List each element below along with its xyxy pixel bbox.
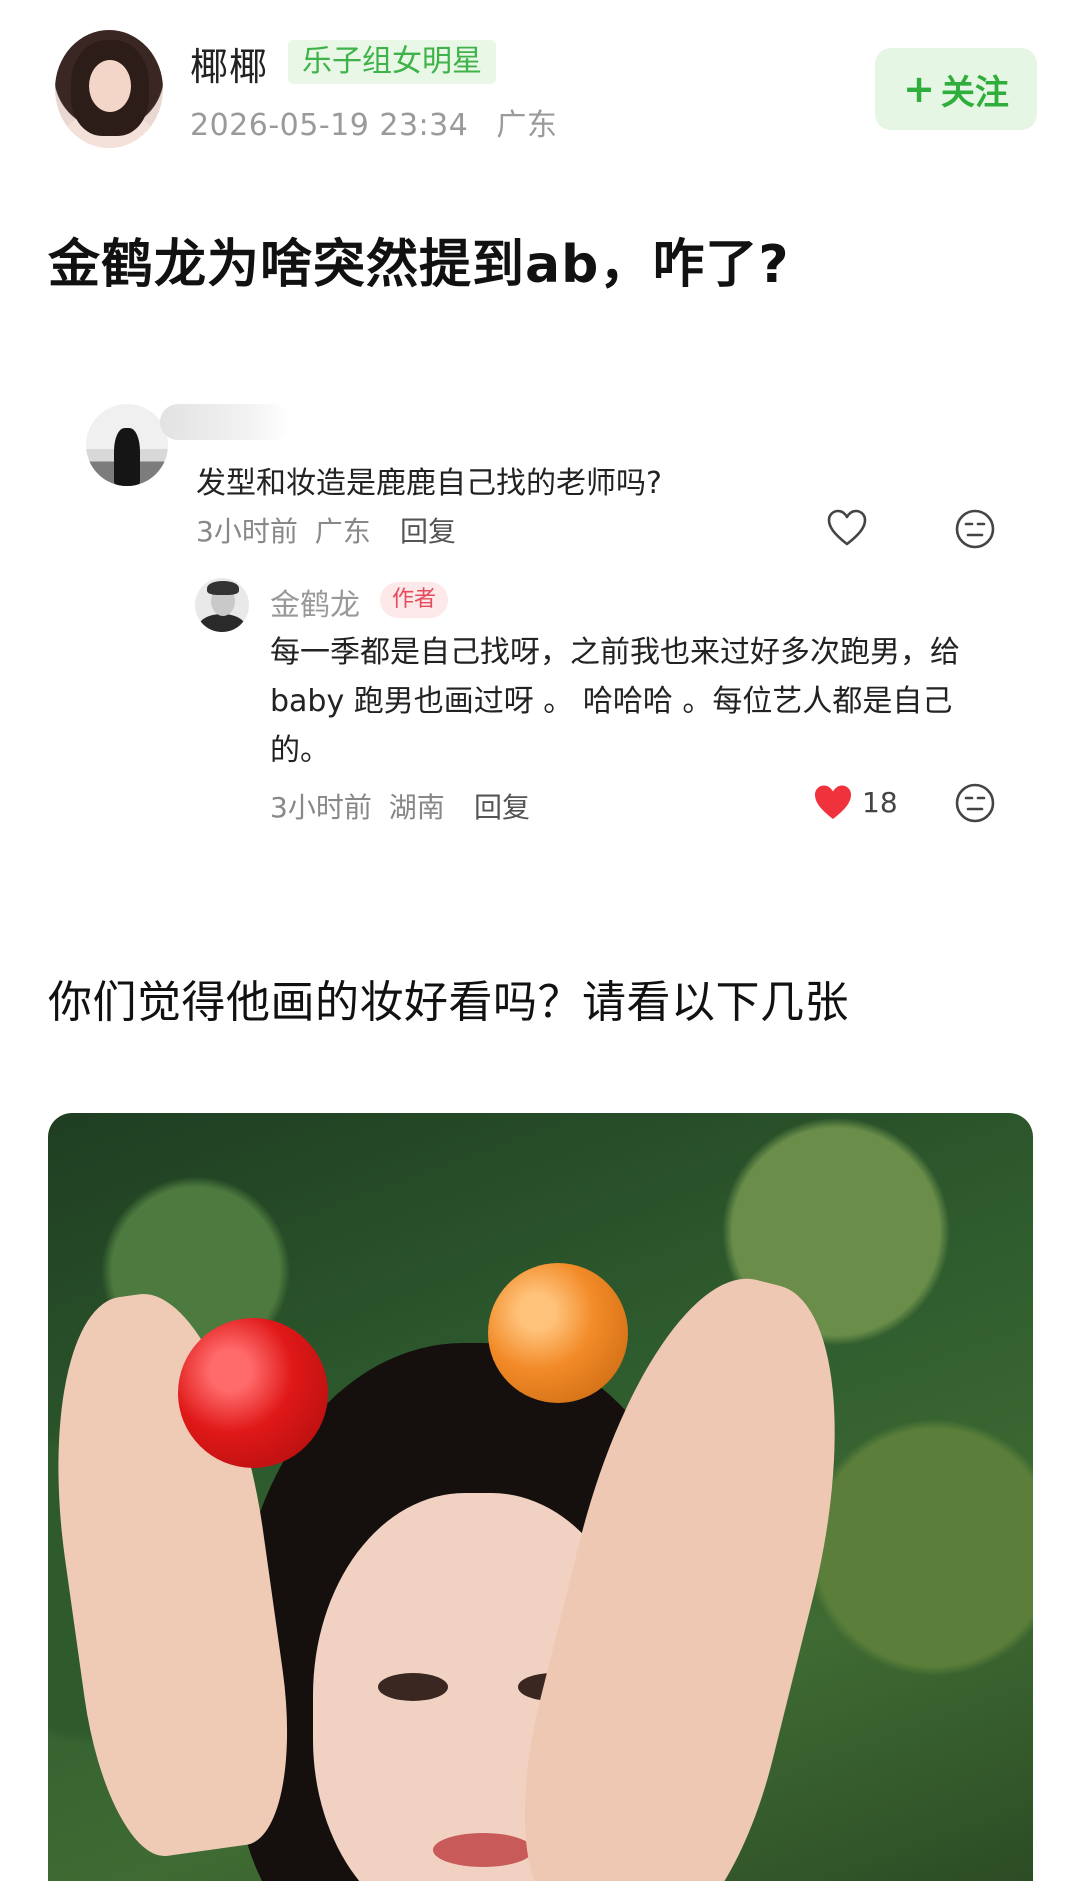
neutral-face-icon[interactable]: [954, 782, 996, 824]
author-tag: 作者: [380, 582, 449, 618]
photo-orange-ball: [488, 1263, 628, 1403]
comment-text: 发型和妆造是鹿鹿自己找的老师吗?: [196, 466, 662, 501]
reply-text: 每一季都是自己找呀，之前我也来过好多次跑男，给 baby 跑男也画过呀 。 哈哈…: [270, 635, 960, 768]
heart-outline-icon[interactable]: [826, 508, 868, 550]
comment-meta: 3小时前 广东: [196, 510, 371, 550]
neutral-face-icon[interactable]: [954, 508, 996, 550]
photo-lips: [433, 1833, 533, 1867]
reply-reply-button[interactable]: 回复: [474, 786, 530, 826]
author-avatar[interactable]: [55, 30, 163, 148]
heart-filled-icon[interactable]: [812, 782, 854, 824]
post-meta: 2026-05-19 23:34 广东: [190, 100, 557, 144]
commenter-avatar[interactable]: [86, 404, 168, 486]
reply-author-name[interactable]: 金鹤龙: [270, 580, 360, 624]
reply-time: 3小时前: [270, 791, 372, 824]
author-badge: 乐子组女明星: [288, 40, 496, 84]
commenter-name-redacted: [160, 404, 290, 440]
comment-reply-button[interactable]: 回复: [400, 510, 456, 550]
post-photo[interactable]: [48, 1113, 1033, 1881]
post-location: 广东: [496, 108, 558, 143]
comment-location: 广东: [314, 515, 371, 548]
photo-eye: [378, 1673, 448, 1701]
post-title: 金鹤龙为啥突然提到ab，咋了?: [48, 235, 790, 295]
follow-label: 关注: [940, 72, 1009, 113]
post-datetime: 2026-05-19 23:34: [190, 108, 469, 143]
reply-location: 湖南: [388, 791, 445, 824]
reply-author-avatar[interactable]: [195, 578, 249, 632]
author-name[interactable]: 椰椰: [190, 36, 268, 91]
follow-button[interactable]: + 关注: [875, 48, 1037, 130]
reply-meta: 3小时前 湖南: [270, 786, 445, 826]
comment-time: 3小时前: [196, 515, 298, 548]
post-body-text: 你们觉得他画的妆好看吗？请看以下几张: [48, 977, 849, 1028]
photo-red-ball: [178, 1318, 328, 1468]
reply-like-count: 18: [862, 786, 898, 819]
plus-icon: +: [903, 67, 935, 111]
post-detail-page: 椰椰 乐子组女明星 2026-05-19 23:34 广东 + 关注 金鹤龙为啥…: [0, 0, 1080, 1881]
